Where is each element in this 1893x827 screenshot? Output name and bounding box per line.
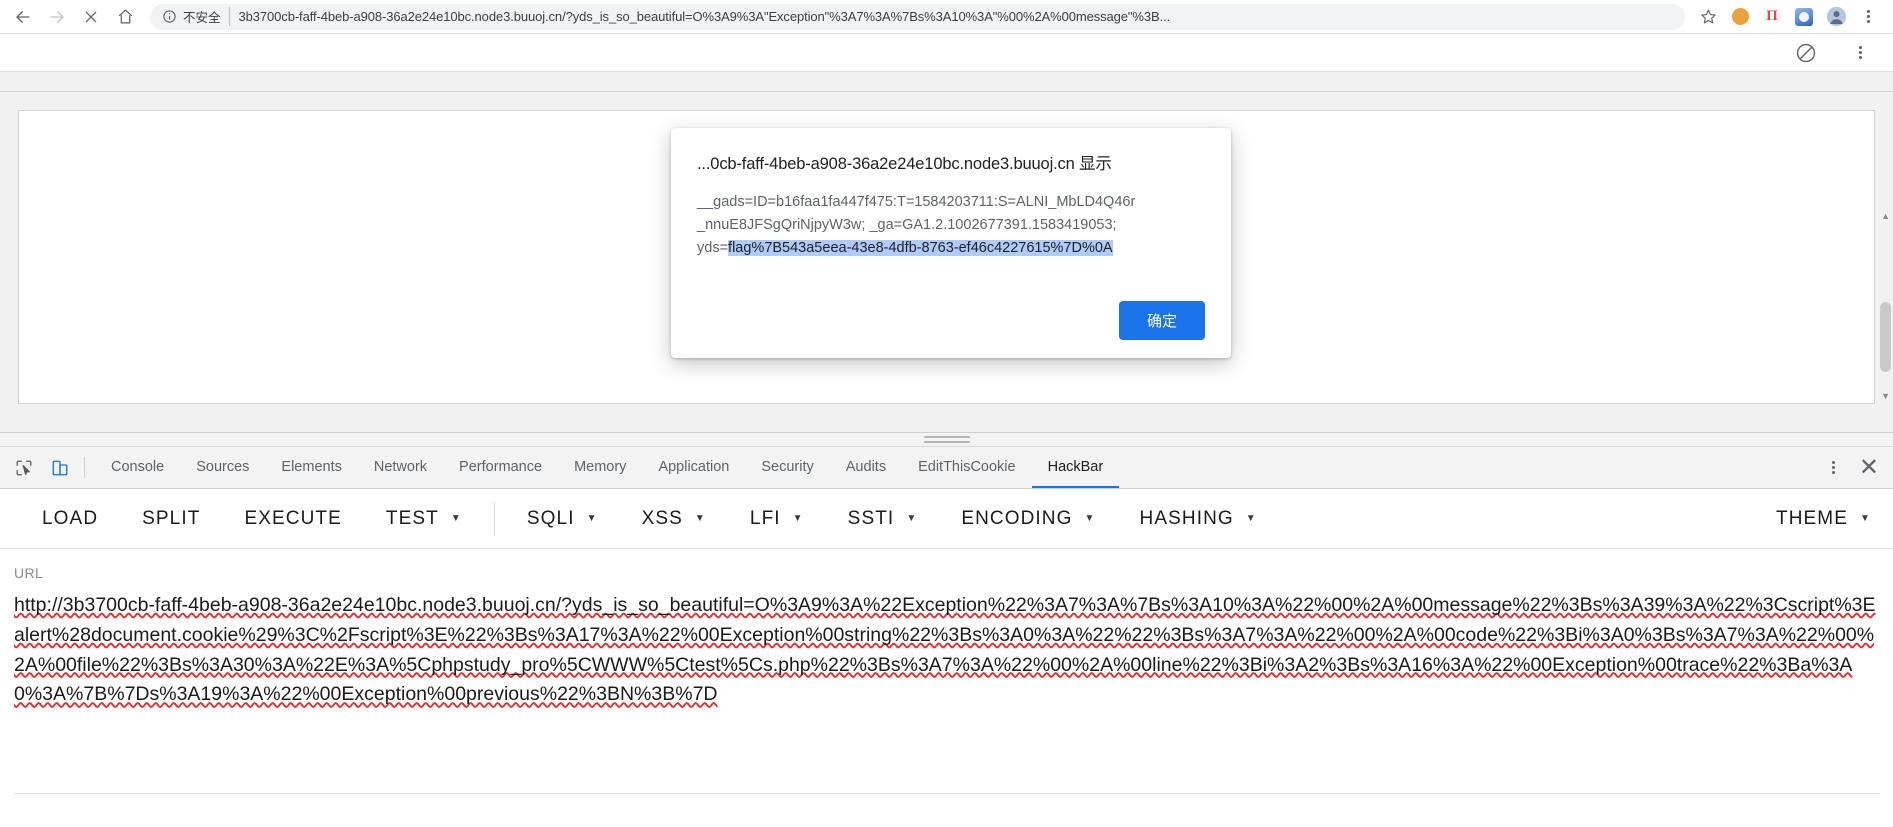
chevron-down-icon: ▼ [450, 513, 462, 524]
stop-loading-button[interactable] [74, 2, 108, 32]
hackbar-url-input[interactable]: http://3b3700cb-faff-4beb-a908-36a2e24e1… [14, 591, 1879, 710]
hackbar-encoding-button[interactable]: ENCODING ▼ [939, 508, 1117, 530]
toolbar-shadow-strip [0, 72, 1893, 92]
tab-editthiscookie[interactable]: EditThisCookie [902, 447, 1032, 488]
hackbar-theme-button[interactable]: THEME ▼ [1754, 508, 1893, 530]
hackbar-hashing-label: HASHING [1139, 507, 1234, 529]
tab-elements[interactable]: Elements [265, 447, 357, 488]
hackbar-test-label: TEST [385, 507, 439, 529]
tab-network[interactable]: Network [358, 447, 443, 488]
javascript-alert-dialog: ...0cb-faff-4beb-a908-36a2e24e10bc.node3… [671, 128, 1231, 358]
hackbar-split-label: SPLIT [142, 507, 201, 529]
devtools-more-kebab-icon[interactable] [1819, 454, 1849, 482]
extension-image-icon[interactable] [1789, 3, 1819, 31]
dialog-cookie-line-1: __gads=ID=b16faa1fa447f475:T=1584203711:… [697, 194, 1136, 210]
hackbar-ssti-button[interactable]: SSTI ▼ [826, 508, 940, 530]
tab-console[interactable]: Console [95, 447, 180, 488]
hackbar-lfi-label: LFI [749, 507, 781, 529]
dialog-cookie-line-3-prefix: yds= [697, 240, 729, 257]
hackbar-execute-button[interactable]: EXECUTE [222, 508, 363, 530]
tab-sources[interactable]: Sources [180, 447, 265, 488]
hackbar-xss-button[interactable]: XSS ▼ [620, 508, 728, 530]
browser-window: 不安全 3b3700cb-faff-4beb-a908-36a2e24e10bc… [0, 0, 1893, 827]
hackbar-test-button[interactable]: TEST ▼ [364, 508, 484, 530]
devtools-close-icon[interactable]: ✕ [1859, 455, 1879, 480]
security-status-label: 不安全 [183, 7, 230, 26]
hackbar-section-divider [14, 793, 1879, 794]
hackbar-split-button[interactable]: SPLIT [120, 508, 222, 530]
hackbar-load-button[interactable]: LOAD [20, 508, 120, 530]
hackbar-lfi-button[interactable]: LFI ▼ [728, 508, 826, 530]
forward-button[interactable] [40, 2, 74, 32]
page-viewport: ▲ ▼ ...0cb-faff-4beb-a908-36a2e24e10bc.n… [0, 92, 1893, 432]
hackbar-url-section: URL http://3b3700cb-faff-4beb-a908-36a2e… [0, 549, 1893, 783]
home-button[interactable] [108, 2, 142, 32]
hackbar-encoding-label: ENCODING [961, 507, 1073, 529]
chevron-down-icon: ▼ [906, 513, 918, 524]
browser-menu-kebab-icon[interactable] [1853, 3, 1883, 31]
devtools-tabbar-actions: ✕ [1819, 447, 1893, 488]
hackbar-toolbar: LOAD SPLIT EXECUTE TEST ▼ SQLI ▼ XSS ▼ LFI ▼… [0, 489, 1893, 549]
chevron-down-icon: ▼ [694, 513, 706, 524]
device-toolbar-icon[interactable] [42, 447, 78, 488]
hackbar-toolbar-divider [493, 501, 495, 536]
address-bar-url[interactable]: 3b3700cb-faff-4beb-a908-36a2e24e10bc.nod… [239, 9, 1673, 24]
tab-security[interactable]: Security [745, 447, 829, 488]
hackbar-sqli-button[interactable]: SQLI ▼ [505, 508, 620, 530]
chevron-down-icon: ▼ [586, 513, 598, 524]
back-button[interactable] [6, 2, 40, 32]
dialog-actions: 确定 [697, 301, 1205, 340]
tab-application[interactable]: Application [642, 447, 745, 488]
close-x-icon [85, 11, 97, 22]
hackbar-sqli-label: SQLI [526, 507, 575, 529]
hackbar-execute-label: EXECUTE [244, 507, 342, 529]
dialog-title: ...0cb-faff-4beb-a908-36a2e24e10bc.node3… [697, 155, 1112, 173]
resize-grip-icon [923, 436, 970, 443]
devtools-tab-list: Console Sources Elements Network Perform… [95, 447, 1819, 488]
page-scrollbar[interactable]: ▲ ▼ [1877, 92, 1893, 432]
hackbar-url-label: URL [14, 565, 44, 581]
profile-avatar[interactable] [1821, 3, 1851, 31]
browser-toolbar: 不安全 3b3700cb-faff-4beb-a908-36a2e24e10bc… [0, 0, 1893, 34]
dialog-ok-button[interactable]: 确定 [1118, 301, 1205, 340]
info-circle-icon[interactable] [162, 9, 177, 24]
bookmark-star-icon[interactable] [1693, 3, 1723, 31]
dialog-cookie-line-2: _nnuE8JFSgQriNjpyW3w; _ga=GA1.2.10026773… [697, 217, 1117, 234]
devtools-resize-handle[interactable] [0, 433, 1893, 447]
hackbar-ssti-label: SSTI [847, 507, 895, 529]
inspect-element-icon[interactable] [6, 447, 42, 488]
hackbar-theme-label: THEME [1776, 507, 1848, 529]
tabbar-divider [84, 457, 85, 478]
tab-performance[interactable]: Performance [443, 447, 558, 488]
chevron-down-icon: ▼ [1084, 513, 1096, 524]
avatar-icon [1826, 6, 1846, 27]
scroll-up-arrow-icon[interactable]: ▲ [1881, 212, 1890, 221]
devtools-panel: Console Sources Elements Network Perform… [0, 432, 1893, 794]
secondary-toolbar [0, 34, 1893, 72]
hackbar-xss-label: XSS [641, 507, 683, 529]
tab-memory[interactable]: Memory [558, 447, 642, 488]
tab-hackbar[interactable]: HackBar [1031, 447, 1120, 488]
arrow-left-icon [16, 10, 30, 23]
page-menu-kebab-icon[interactable] [1845, 39, 1875, 67]
arrow-right-icon [50, 10, 64, 23]
no-entry-slash-icon[interactable] [1795, 42, 1817, 64]
extension-pi-icon[interactable]: Π [1757, 3, 1787, 31]
chevron-down-icon: ▼ [1860, 513, 1871, 524]
chevron-down-icon: ▼ [792, 513, 804, 524]
tab-audits[interactable]: Audits [830, 447, 902, 488]
scroll-down-arrow-icon[interactable]: ▼ [1881, 392, 1890, 401]
dialog-message: __gads=ID=b16faa1fa447f475:T=1584203711:… [697, 191, 1205, 271]
hackbar-panel: LOAD SPLIT EXECUTE TEST ▼ SQLI ▼ XSS ▼ LFI ▼… [0, 489, 1893, 794]
chevron-down-icon: ▼ [1245, 513, 1257, 524]
hackbar-hashing-button[interactable]: HASHING ▼ [1118, 508, 1279, 530]
devtools-tabbar: Console Sources Elements Network Perform… [0, 447, 1893, 489]
toolbar-actions: Π [1693, 3, 1883, 31]
address-bar[interactable]: 不安全 3b3700cb-faff-4beb-a908-36a2e24e10bc… [150, 3, 1685, 30]
extension-orange-dot-icon[interactable] [1725, 3, 1755, 31]
home-icon [118, 9, 132, 24]
hackbar-load-label: LOAD [42, 507, 99, 529]
dialog-selected-flag[interactable]: flag%7B543a5eea-43e8-4dfb-8763-ef46c4227… [728, 240, 1113, 257]
scrollbar-thumb[interactable] [1880, 302, 1891, 372]
